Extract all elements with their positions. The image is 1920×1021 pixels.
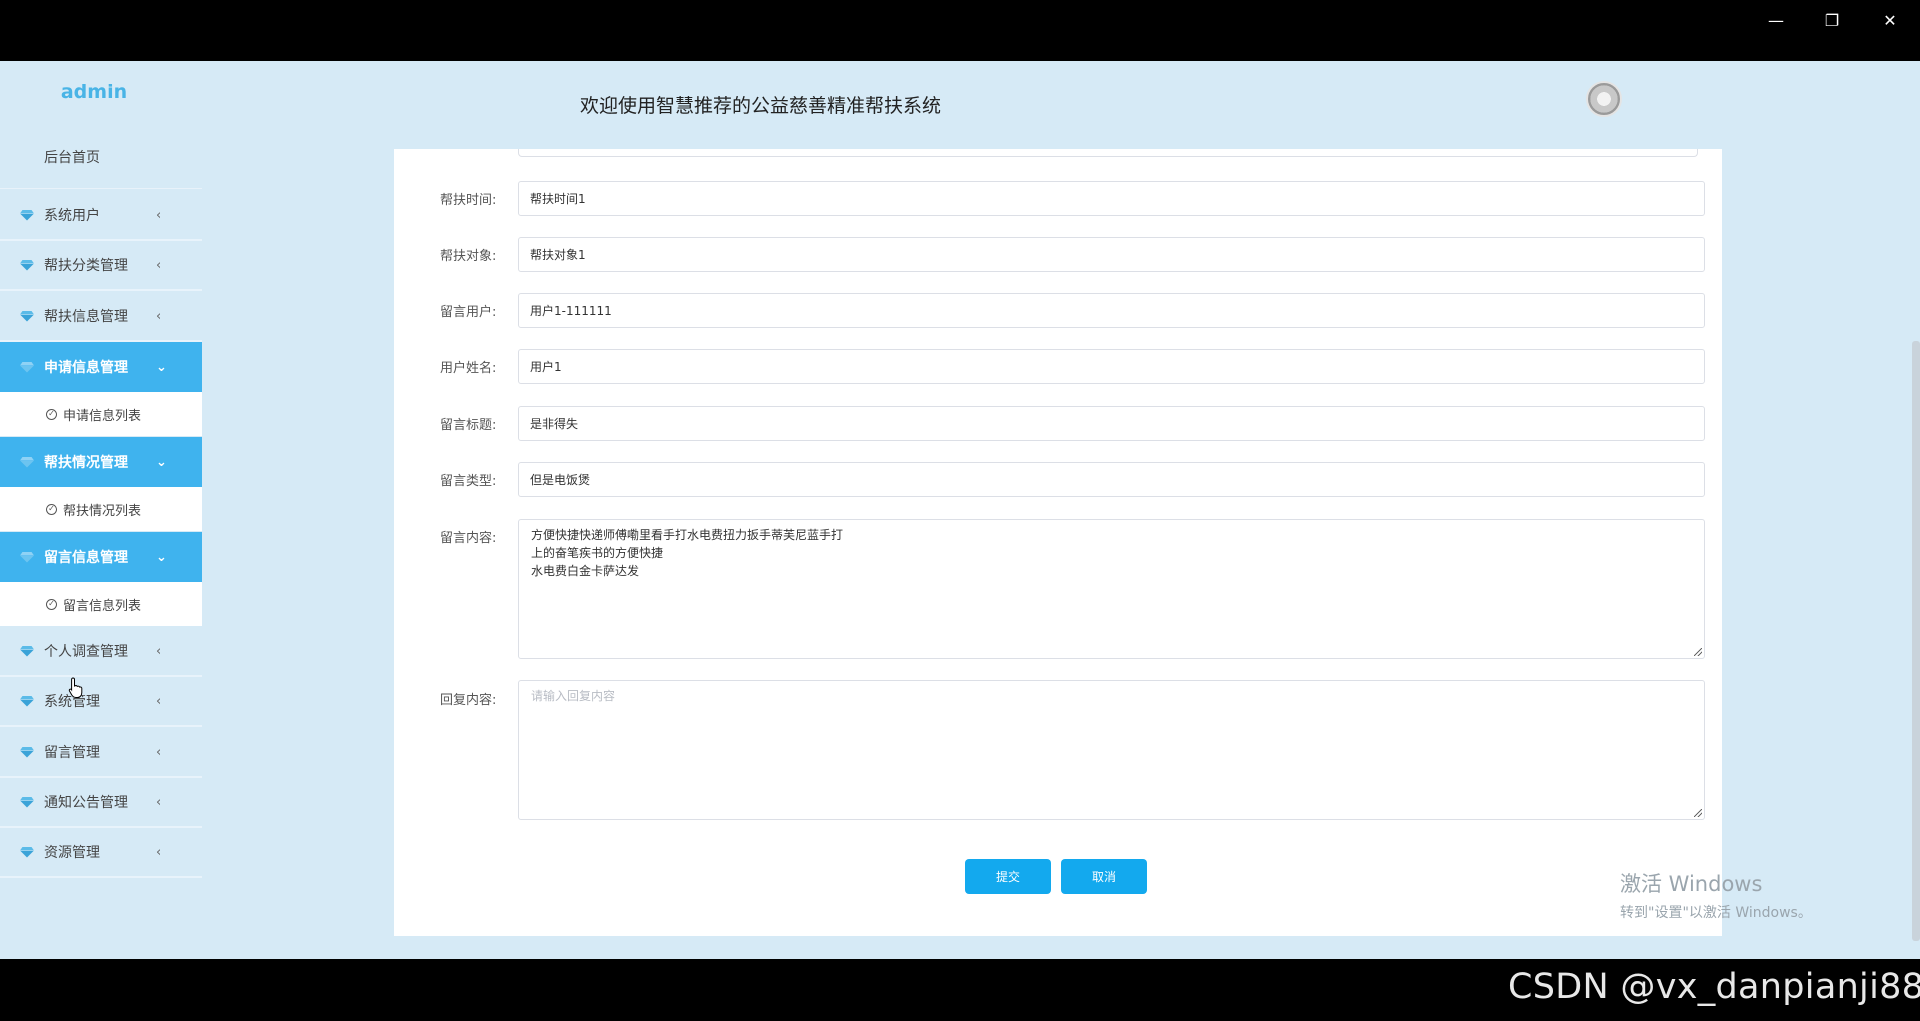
close-icon[interactable]: ✕ (1862, 4, 1918, 36)
chevron-left-icon: ‹ (156, 844, 162, 860)
reply-placeholder: 请输入回复内容 (531, 689, 616, 703)
sidebar-item-label: 资源管理 (44, 845, 100, 861)
cancel-button[interactable]: 取消 (1061, 859, 1147, 894)
sidebar-item-survey[interactable]: 个人调查管理 ‹ (0, 627, 202, 677)
message-line: 方便快捷快递师傅嘞里看手打水电费扭力扳手蒂芙尼蓝手打 (531, 528, 844, 542)
sidebar-item-label: 留言管理 (44, 745, 100, 761)
user-name-input[interactable]: 用户1 (518, 349, 1705, 384)
sidebar-subitem-label: 帮扶情况列表 (63, 503, 142, 519)
help-target-input[interactable]: 帮扶对象1 (518, 237, 1705, 272)
sidebar-item-label: 帮扶信息管理 (44, 309, 128, 325)
sidebar-subitem-application-list[interactable]: ✓ 申请信息列表 (0, 392, 202, 436)
diamond-icon (20, 747, 34, 758)
sidebar-item-application[interactable]: 申请信息管理 ⌄ (0, 342, 202, 392)
sidebar-item-system[interactable]: 系统管理 ‹ (0, 677, 202, 727)
submit-button[interactable]: 提交 (965, 859, 1051, 894)
sidebar-subitem-label: 留言信息列表 (63, 598, 142, 614)
hand-cursor-icon (68, 677, 83, 698)
sidebar-item-info[interactable]: 帮扶信息管理 ‹ (0, 292, 202, 342)
chevron-left-icon: ‹ (156, 308, 162, 324)
sidebar-item-label: 系统用户 (44, 208, 100, 224)
watermark-subtitle: 转到"设置"以激活 Windows。 (1620, 905, 1812, 921)
header: 欢迎使用智慧推荐的公益慈善精准帮扶系统 (202, 61, 1920, 149)
previous-field-edge (518, 149, 1698, 157)
diamond-icon (20, 552, 34, 563)
diamond-icon (20, 847, 34, 858)
diamond-icon (20, 260, 34, 271)
message-type-input[interactable]: 但是电饭煲 (518, 462, 1705, 497)
sidebar-item-label: 通知公告管理 (44, 795, 128, 811)
chevron-left-icon: ‹ (156, 794, 162, 810)
avatar[interactable] (1586, 81, 1622, 117)
sidebar-item-category[interactable]: 帮扶分类管理 ‹ (0, 241, 202, 291)
chevron-down-icon: ⌄ (156, 549, 167, 565)
sidebar-item-label: 帮扶情况管理 (44, 455, 128, 471)
page-title: 欢迎使用智慧推荐的公益慈善精准帮扶系统 (580, 95, 942, 117)
diamond-icon (20, 696, 34, 707)
minimize-icon[interactable]: — (1748, 4, 1804, 36)
sidebar-item-label: 帮扶分类管理 (44, 258, 128, 274)
reply-content-textarea[interactable]: 请输入回复内容 (518, 680, 1705, 820)
message-user-input[interactable]: 用户1-111111 (518, 293, 1705, 328)
sidebar-item-label: 留言信息管理 (44, 550, 128, 566)
sidebar-subitem-label: 申请信息列表 (63, 408, 142, 424)
bottom-bar: CSDN @vx_danpianji889 (0, 959, 1920, 1021)
sidebar-item-home[interactable]: 后台首页 (0, 125, 202, 189)
chevron-left-icon: ‹ (156, 744, 162, 760)
diamond-icon (20, 210, 34, 221)
chevron-down-icon: ⌄ (156, 454, 167, 470)
csdn-credit: CSDN @vx_danpianji889 (1508, 967, 1920, 1007)
sidebar: admin 后台首页 系统用户 ‹ 帮扶分类管理 ‹ 帮扶信息管理 ‹ 申请信息… (0, 61, 202, 959)
check-circle-icon: ✓ (46, 503, 57, 515)
chevron-left-icon: ‹ (156, 643, 162, 659)
sidebar-item-resources[interactable]: 资源管理 ‹ (0, 828, 202, 878)
sidebar-item-label: 申请信息管理 (44, 360, 128, 376)
window-titlebar: — ❐ ✕ (0, 0, 1920, 61)
resize-handle-icon[interactable] (1694, 648, 1702, 656)
check-circle-icon: ✓ (46, 598, 57, 610)
form-card: 帮扶时间: 帮扶时间1 帮扶对象: 帮扶对象1 留言用户: 用户1-111111… (394, 149, 1722, 936)
brand-logo: admin (60, 81, 128, 103)
chevron-left-icon: ‹ (156, 693, 162, 709)
sidebar-item-messages[interactable]: 留言管理 ‹ (0, 728, 202, 778)
sidebar-item-system-users[interactable]: 系统用户 ‹ (0, 191, 202, 241)
sidebar-item-label: 个人调查管理 (44, 644, 128, 660)
message-line: 上的奋笔疾书的方便快捷 (531, 546, 664, 560)
message-title-input[interactable]: 是非得失 (518, 406, 1705, 441)
sidebar-item-notice[interactable]: 通知公告管理 ‹ (0, 778, 202, 828)
windows-activation-watermark: 激活 Windows 转到"设置"以激活 Windows。 (1620, 868, 1812, 922)
diamond-icon (20, 797, 34, 808)
restore-icon[interactable]: ❐ (1804, 4, 1860, 36)
chevron-left-icon: ‹ (156, 207, 162, 223)
sidebar-subitem-message-list[interactable]: ✓ 留言信息列表 (0, 582, 202, 626)
chevron-left-icon: ‹ (156, 257, 162, 273)
sidebar-subitem-situation-list[interactable]: ✓ 帮扶情况列表 (0, 487, 202, 531)
diamond-icon (20, 646, 34, 657)
sidebar-item-message-info[interactable]: 留言信息管理 ⌄ (0, 532, 202, 582)
diamond-icon (20, 362, 34, 373)
watermark-title: 激活 Windows (1620, 872, 1763, 896)
check-circle-icon: ✓ (46, 408, 57, 420)
app-window: admin 后台首页 系统用户 ‹ 帮扶分类管理 ‹ 帮扶信息管理 ‹ 申请信息… (0, 61, 1920, 959)
chevron-down-icon: ⌄ (156, 359, 167, 375)
help-time-input[interactable]: 帮扶时间1 (518, 181, 1705, 216)
sidebar-item-situation[interactable]: 帮扶情况管理 ⌄ (0, 437, 202, 487)
message-line: 水电费白金卡萨达发 (531, 564, 640, 578)
message-content-textarea[interactable]: 方便快捷快递师傅嘞里看手打水电费扭力扳手蒂芙尼蓝手打 上的奋笔疾书的方便快捷 水… (518, 519, 1705, 659)
resize-handle-icon[interactable] (1694, 809, 1702, 817)
diamond-icon (20, 457, 34, 468)
scrollbar-thumb[interactable] (1912, 341, 1920, 941)
diamond-icon (20, 311, 34, 322)
